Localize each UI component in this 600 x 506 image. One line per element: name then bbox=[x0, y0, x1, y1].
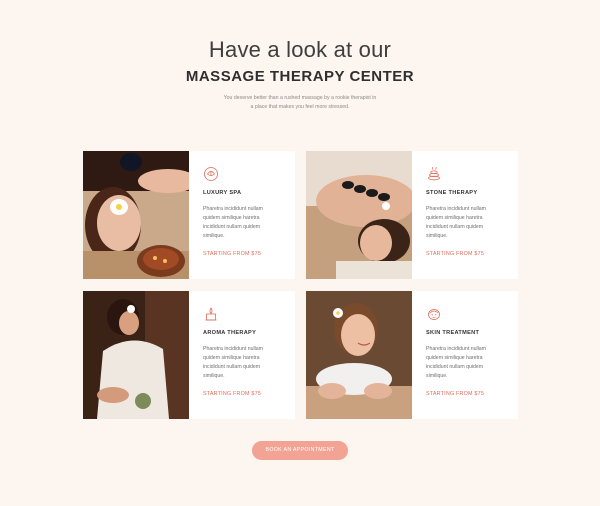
description-line: similique. bbox=[203, 233, 225, 239]
service-photo-aroma-therapy bbox=[83, 291, 189, 419]
service-title: STONE THERAPY bbox=[426, 190, 478, 196]
description-line: incididunt nullam quidem bbox=[426, 364, 484, 370]
service-price-link[interactable]: STARTING FROM $75 bbox=[203, 251, 281, 257]
page-subtitle: MASSAGE THERAPY CENTER bbox=[185, 68, 415, 85]
skin-face-icon bbox=[428, 309, 440, 320]
description-line: Pharetra incididunt nullam bbox=[426, 206, 486, 212]
service-info: LUXURY SPA Pharetra incididunt nullam qu… bbox=[189, 151, 295, 279]
service-description: Pharetra incididunt nullam quidem simili… bbox=[426, 205, 504, 241]
service-card-stone-therapy[interactable]: STONE THERAPY Pharetra incididunt nullam… bbox=[306, 151, 518, 279]
page-title: Have a look at our bbox=[208, 37, 392, 62]
intro-line: a place that makes you feel more stresse… bbox=[250, 104, 350, 110]
service-photo-stone-therapy bbox=[306, 151, 412, 279]
service-photo-luxury-spa bbox=[83, 151, 189, 279]
spa-lotus-icon bbox=[204, 167, 218, 181]
description-line: Pharetra incididunt nullam bbox=[426, 346, 486, 352]
description-line: incididunt nullam quidem bbox=[203, 364, 261, 370]
service-price-link[interactable]: STARTING FROM $75 bbox=[426, 251, 504, 257]
service-info: STONE THERAPY Pharetra incididunt nullam… bbox=[412, 151, 518, 279]
description-line: incididunt nullam quidem bbox=[203, 224, 261, 230]
book-appointment-button[interactable]: BOOK AN APPOINTMENT bbox=[252, 441, 348, 460]
description-line: similique. bbox=[203, 373, 225, 379]
description-line: quidem similique haretra bbox=[426, 355, 483, 361]
description-line: Pharetra incididunt nullam bbox=[203, 206, 263, 212]
service-card-skin-treatment[interactable]: SKIN TREATMENT Pharetra incididunt nulla… bbox=[306, 291, 518, 419]
service-card-aroma-therapy[interactable]: AROMA THERAPY Pharetra incididunt nullam… bbox=[83, 291, 295, 419]
aroma-candle-icon bbox=[205, 307, 217, 321]
description-line: quidem similique haretra bbox=[203, 215, 260, 221]
service-info: SKIN TREATMENT Pharetra incididunt nulla… bbox=[412, 291, 518, 419]
service-photo-skin-treatment bbox=[306, 291, 412, 419]
description-line: similique. bbox=[426, 233, 448, 239]
intro-text: You deserve better than a rushed massage… bbox=[200, 94, 400, 112]
hot-stones-icon bbox=[428, 166, 440, 181]
service-title: AROMA THERAPY bbox=[203, 330, 257, 336]
description-line: incididunt nullam quidem bbox=[426, 224, 484, 230]
service-title: LUXURY SPA bbox=[203, 190, 242, 196]
intro-line: You deserve better than a rushed massage… bbox=[223, 95, 377, 101]
service-price-link[interactable]: STARTING FROM $75 bbox=[426, 391, 504, 397]
description-line: similique. bbox=[426, 373, 448, 379]
service-info: AROMA THERAPY Pharetra incididunt nullam… bbox=[189, 291, 295, 419]
service-price-link[interactable]: STARTING FROM $75 bbox=[203, 391, 281, 397]
service-description: Pharetra incididunt nullam quidem simili… bbox=[203, 205, 281, 241]
service-description: Pharetra incididunt nullam quidem simili… bbox=[203, 345, 281, 381]
description-line: quidem similique haretra bbox=[203, 355, 260, 361]
service-title: SKIN TREATMENT bbox=[426, 330, 480, 336]
service-description: Pharetra incididunt nullam quidem simili… bbox=[426, 345, 504, 381]
description-line: quidem similique haretra bbox=[426, 215, 483, 221]
description-line: Pharetra incididunt nullam bbox=[203, 346, 263, 352]
service-card-luxury-spa[interactable]: LUXURY SPA Pharetra incididunt nullam qu… bbox=[83, 151, 295, 279]
